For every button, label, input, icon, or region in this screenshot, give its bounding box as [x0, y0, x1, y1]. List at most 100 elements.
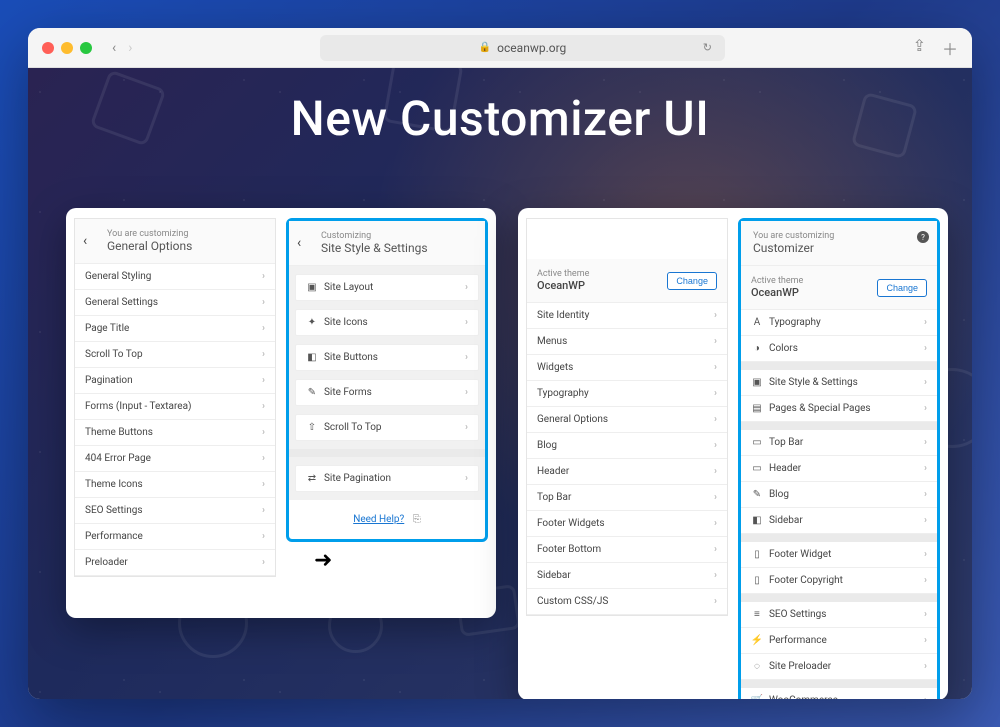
list-item[interactable]: ▭Top Bar›: [741, 430, 937, 456]
maximize-icon[interactable]: [80, 42, 92, 54]
change-theme-button[interactable]: Change: [877, 279, 927, 297]
list-item[interactable]: Menus›: [527, 329, 727, 355]
chevron-right-icon: ›: [262, 479, 265, 490]
list-item[interactable]: ✎Site Forms›: [295, 379, 479, 406]
list-item[interactable]: Preloader ›: [75, 550, 275, 576]
list-item[interactable]: Widgets›: [527, 355, 727, 381]
list-item[interactable]: Page Title ›: [75, 316, 275, 342]
list-item[interactable]: Forms (Input - Textarea)›: [75, 394, 275, 420]
chevron-right-icon: ›: [924, 635, 927, 646]
list-item[interactable]: ▤Pages & Special Pages›: [741, 396, 937, 422]
item-label: Footer Copyright: [769, 575, 843, 586]
hero-area: New Customizer UI ‹ You are customizing …: [28, 68, 972, 699]
item-label: Theme Icons: [85, 479, 143, 490]
list-item[interactable]: ▯Footer Widget›: [741, 542, 937, 568]
share-icon[interactable]: ⇪: [913, 36, 926, 60]
item-label: Preloader: [85, 557, 128, 568]
list-item[interactable]: ≡SEO Settings›: [741, 602, 937, 628]
item-label: SEO Settings: [85, 505, 143, 516]
list-item[interactable]: Header›: [527, 459, 727, 485]
list-item[interactable]: Custom CSS/JS›: [527, 589, 727, 615]
chevron-right-icon: ›: [714, 492, 717, 503]
panel-subtitle: Customizing: [321, 231, 473, 241]
panel-items: ATypography›◑Colors› ▣Site Style & Settin…: [741, 310, 937, 699]
list-item[interactable]: General Styling›: [75, 264, 275, 290]
chevron-right-icon: ›: [714, 466, 717, 477]
close-icon[interactable]: [42, 42, 54, 54]
list-item[interactable]: Pagination›: [75, 368, 275, 394]
list-item[interactable]: Performance›: [75, 524, 275, 550]
panel-old-general-options: ‹ You are customizing General Options Ge…: [74, 218, 276, 577]
item-icon: ▭: [751, 463, 763, 474]
list-item[interactable]: ▣Site Style & Settings›: [741, 370, 937, 396]
list-item[interactable]: ◑Colors›: [741, 336, 937, 362]
panel-header: ‹ Customizing Site Style & Settings: [289, 221, 485, 266]
new-tab-icon[interactable]: ＋: [942, 36, 958, 60]
item-label: Footer Bottom: [537, 544, 601, 555]
list-item[interactable]: ✦Site Icons›: [295, 309, 479, 336]
list-item[interactable]: Sidebar›: [527, 563, 727, 589]
list-item[interactable]: ▯Footer Copyright›: [741, 568, 937, 594]
help-icon[interactable]: ?: [917, 231, 929, 243]
list-item[interactable]: Footer Widgets ›: [527, 511, 727, 537]
list-item[interactable]: SEO Settings›: [75, 498, 275, 524]
comparison-card-left: ‹ You are customizing General Options Ge…: [66, 208, 496, 618]
toolbar-right: ⇪ ＋: [913, 36, 958, 60]
list-item[interactable]: Theme Icons ›: [75, 472, 275, 498]
item-icon: ◧: [751, 515, 763, 526]
reload-icon[interactable]: ↻: [703, 41, 712, 54]
list-item[interactable]: Site Identity›: [527, 303, 727, 329]
comparison-card-right: Active theme OceanWP Change Site Identit…: [518, 208, 948, 699]
chevron-right-icon: ›: [262, 531, 265, 542]
item-label: Footer Widgets: [537, 518, 605, 529]
item-label: Page Title: [85, 323, 129, 334]
chevron-right-icon: ›: [262, 427, 265, 438]
back-icon[interactable]: ‹: [297, 235, 301, 251]
window-controls[interactable]: [42, 42, 92, 54]
panel-subtitle: You are customizing: [753, 231, 925, 241]
item-label: Top Bar: [537, 492, 571, 503]
list-item[interactable]: ▣Site Layout›: [295, 274, 479, 301]
item-label: Blog: [537, 440, 557, 451]
need-help-link[interactable]: Need Help?: [353, 514, 404, 525]
list-item[interactable]: Theme Buttons›: [75, 420, 275, 446]
item-label: General Styling: [85, 271, 151, 282]
list-item[interactable]: ▭Header›: [741, 456, 937, 482]
list-item[interactable]: 🛒WooCommerce›: [741, 688, 937, 699]
list-item[interactable]: ◌Site Preloader›: [741, 654, 937, 680]
chevron-right-icon: ›: [924, 549, 927, 560]
chevron-right-icon: ›: [262, 557, 265, 568]
list-item[interactable]: General Settings›: [75, 290, 275, 316]
item-label: 404 Error Page: [85, 453, 151, 464]
chevron-right-icon: ›: [714, 518, 717, 529]
list-item[interactable]: ✎Blog›: [741, 482, 937, 508]
address-bar[interactable]: 🔒 oceanwp.org ↻: [320, 35, 724, 61]
list-item[interactable]: Footer Bottom ›: [527, 537, 727, 563]
chevron-right-icon: ›: [714, 336, 717, 347]
help-line: Need Help? ⎘: [289, 500, 485, 539]
item-icon: ◧: [306, 352, 318, 363]
chevron-right-icon: ›: [262, 323, 265, 334]
list-item[interactable]: ATypography›: [741, 310, 937, 336]
list-item[interactable]: ⇧Scroll To Top›: [295, 414, 479, 441]
list-item[interactable]: ◧Site Buttons›: [295, 344, 479, 371]
list-item[interactable]: ⚡Performance›: [741, 628, 937, 654]
browser-window: ‹ › 🔒 oceanwp.org ↻ ⇪ ＋ New Customizer U…: [28, 28, 972, 699]
chevron-right-icon: ›: [924, 575, 927, 586]
chevron-right-icon: ›: [714, 544, 717, 555]
list-item[interactable]: General Options›: [527, 407, 727, 433]
nav-back-icon[interactable]: ‹: [112, 40, 116, 56]
nav-forward-icon[interactable]: ›: [128, 40, 132, 56]
list-item[interactable]: Typography›: [527, 381, 727, 407]
list-item[interactable]: Top Bar ›: [527, 485, 727, 511]
list-item[interactable]: ⇄Site Pagination›: [295, 465, 479, 492]
chevron-right-icon: ›: [465, 282, 468, 293]
back-icon[interactable]: ‹: [83, 233, 87, 249]
list-item[interactable]: 404 Error Page›: [75, 446, 275, 472]
minimize-icon[interactable]: [61, 42, 73, 54]
list-item[interactable]: Blog›: [527, 433, 727, 459]
change-theme-button[interactable]: Change: [667, 272, 717, 290]
list-item[interactable]: ◧Sidebar›: [741, 508, 937, 534]
item-label: SEO Settings: [769, 609, 827, 620]
list-item[interactable]: Scroll To Top›: [75, 342, 275, 368]
